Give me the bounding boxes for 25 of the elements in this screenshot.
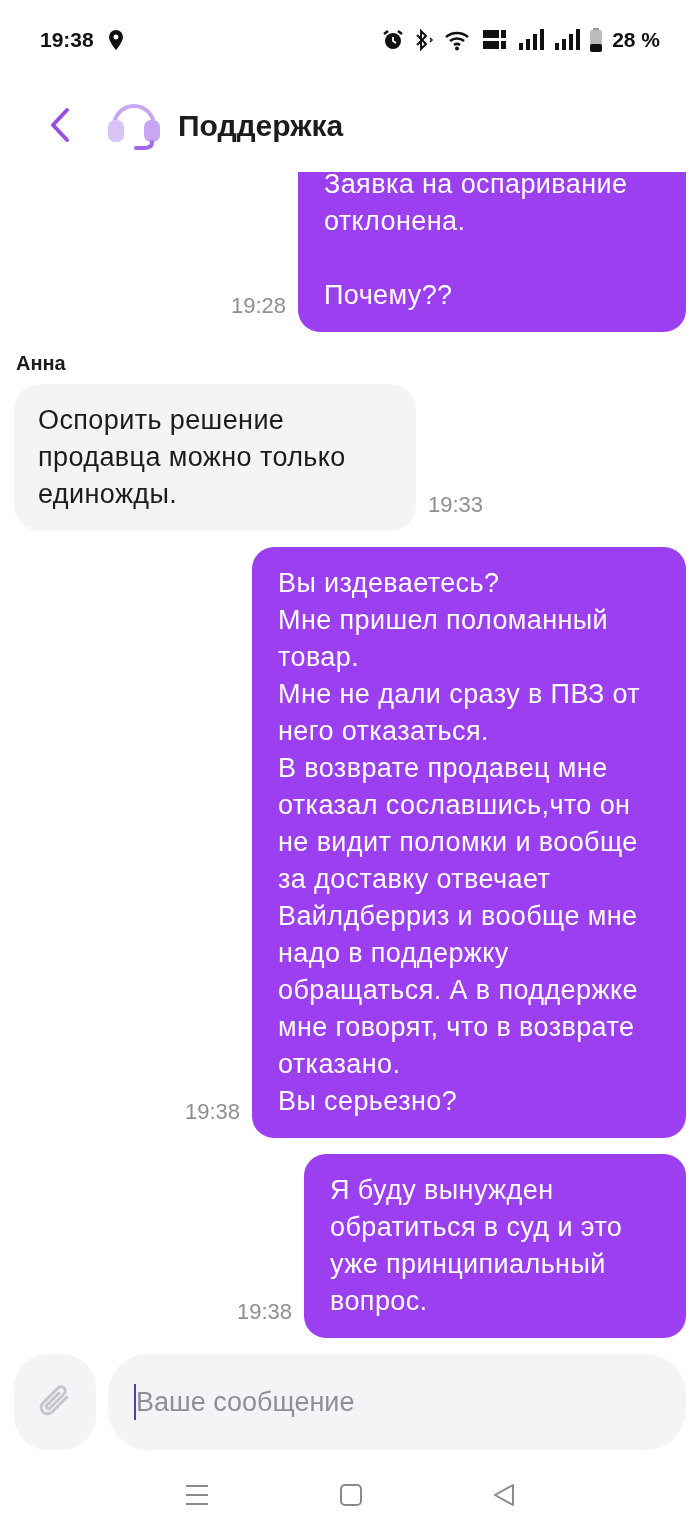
menu-icon[interactable] <box>185 1484 210 1506</box>
signal-icon <box>554 29 581 51</box>
back-icon <box>49 107 71 143</box>
chat-title: Поддержка <box>178 107 344 144</box>
message-field[interactable]: Ваше сообщение <box>108 1354 686 1450</box>
sender-name: Анна <box>15 351 67 376</box>
message-time: 19:33 <box>428 491 484 519</box>
home-icon[interactable] <box>340 1484 362 1506</box>
message-text: Оспорить решение продавца можно только единожды. <box>38 404 347 511</box>
attach-button[interactable] <box>14 1354 96 1450</box>
battery-icon <box>590 28 603 52</box>
bluetooth-icon <box>414 29 435 51</box>
text-cursor <box>134 1384 136 1420</box>
message-time: 19:38 <box>236 1298 292 1326</box>
battery-percentage: 28 % <box>612 27 660 54</box>
message-text: Я буду вынужден обратиться в суд и это уже принципиальный вопрос. <box>330 1174 624 1318</box>
message-time: 19:28 <box>230 292 286 320</box>
status-time: 19:38 <box>40 27 94 54</box>
signal-icon <box>518 29 545 51</box>
back-nav-icon[interactable] <box>492 1484 515 1506</box>
location-icon <box>107 30 124 50</box>
message-time: 19:38 <box>184 1098 240 1126</box>
message-text: Заявка на оспаривание отклонена. Почему?? <box>324 172 629 312</box>
alarm-icon <box>382 29 405 51</box>
message-text: Вы издеваетесь? Мне пришел поломанный товар. Мне не дали сразу в ПВЗ от него отказаться. В возврате продавец мне отказал сославшись,что он не видит поломки и вообще за доставку отвечает Вайлдберриз и вообще мне надо в поддержку обращаться. А в поддержке мне говорят, что в возврате отказано. Вы серьезно? <box>278 567 642 1118</box>
